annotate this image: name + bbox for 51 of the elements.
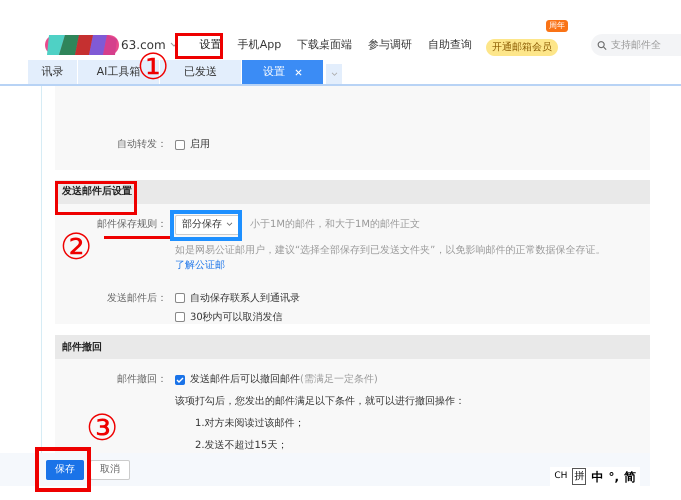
checkbox-label: 30秒内可以取消发信 xyxy=(190,310,283,325)
logo-icon xyxy=(45,35,119,55)
ime-button[interactable]: CH xyxy=(554,470,568,484)
save-rule-dropdown[interactable]: 部分保存 xyxy=(175,214,240,235)
checkmark-icon xyxy=(176,376,184,384)
tab[interactable]: 讯录 xyxy=(28,60,78,84)
field-label: 邮件撤回： xyxy=(116,372,168,387)
checkbox[interactable] xyxy=(175,293,185,304)
section-header: 邮件撤回 xyxy=(55,335,650,359)
ime-button[interactable]: °, xyxy=(608,468,619,486)
learn-more-link[interactable]: 了解公证邮 xyxy=(175,260,225,271)
info-text: 1.对方未阅读过该邮件； xyxy=(194,416,306,431)
cancel-button[interactable]: 取消 xyxy=(90,460,130,480)
nav-link[interactable]: 参与调研 xyxy=(360,36,420,54)
description-text: 小于1M的邮件，和大于1M的邮件正文 xyxy=(250,218,420,232)
checkbox[interactable] xyxy=(175,374,185,384)
ime-button[interactable]: 拼 xyxy=(572,468,586,485)
info-text: 该项打勾后，您发出的邮件满足以下条件，就可以进行撤回操作： xyxy=(175,394,465,409)
info-text: 2.发送不超过15天； xyxy=(194,438,288,453)
highlight-frame xyxy=(175,33,223,59)
chevron-down-icon xyxy=(226,222,233,228)
hint-text: 如是网易公证邮用户，建议“选择全部保存到已发送文件夹”，以免影响邮件的正常数据保全存证。 xyxy=(175,244,606,256)
chevron-down-icon[interactable] xyxy=(170,42,178,48)
section-header: 发送邮件后设置 xyxy=(55,180,650,204)
step-number: ③ xyxy=(86,411,118,447)
save-button[interactable]: 保存 xyxy=(46,460,84,480)
leader-line xyxy=(104,236,170,239)
ime-button[interactable]: 简 xyxy=(624,468,636,486)
nav-link[interactable]: 手机App xyxy=(230,36,290,54)
vip-badge[interactable]: 开通邮箱会员 xyxy=(486,39,558,56)
nav-link[interactable]: 自助查询 xyxy=(420,36,480,54)
highlight-frame xyxy=(35,447,91,492)
highlight-frame xyxy=(170,210,242,241)
checkbox-label: 启用 xyxy=(190,138,210,152)
search-field[interactable]: 支持邮件全 xyxy=(591,34,681,56)
close-icon[interactable] xyxy=(295,68,302,76)
checkbox[interactable] xyxy=(175,312,185,322)
field-label: 邮件保存规则： xyxy=(96,218,168,232)
chevron-down-icon xyxy=(330,72,338,76)
checkbox-label: 发送邮件后可以撤回邮件(需满足一定条件) xyxy=(190,372,378,387)
promo-tag: 周年 xyxy=(546,20,568,32)
search-icon xyxy=(597,40,607,50)
checkbox-label: 自动保存联系人到通讯录 xyxy=(190,292,300,306)
checkbox[interactable] xyxy=(175,140,185,150)
nav-link[interactable]: 下载桌面端 xyxy=(289,36,360,54)
field-label: 发送邮件后： xyxy=(106,292,168,306)
field-label: 自动转发： xyxy=(116,138,168,152)
search-input[interactable]: 支持邮件全 xyxy=(611,34,681,56)
nav-link[interactable]: 设置 xyxy=(192,36,230,54)
step-number: ② xyxy=(60,230,92,266)
ime-button[interactable]: 中 xyxy=(591,468,604,486)
